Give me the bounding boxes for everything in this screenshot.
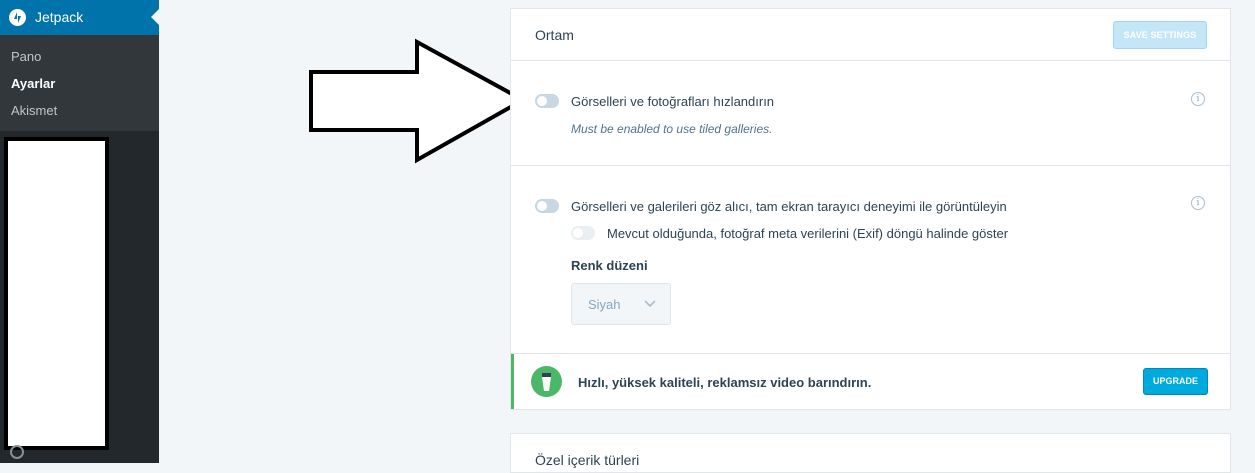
photon-toggle[interactable] bbox=[535, 94, 559, 108]
video-upsell-banner: Hızlı, yüksek kaliteli, reklamsız video … bbox=[511, 354, 1230, 409]
sidebar-item-ayarlar[interactable]: Ayarlar bbox=[11, 76, 55, 91]
color-scheme-label: Renk düzeni bbox=[571, 258, 648, 273]
sidebar-title: Jetpack bbox=[35, 9, 84, 25]
carousel-section: Görselleri ve galerileri göz alıcı, tam … bbox=[511, 166, 1230, 354]
photon-section: Görselleri ve fotoğrafları hızlandırın M… bbox=[511, 61, 1230, 166]
exif-label: Mevcut olduğunda, fotoğraf meta verileri… bbox=[607, 226, 1009, 241]
card-title: Özel içerik türleri bbox=[535, 452, 640, 468]
carousel-toggle[interactable] bbox=[535, 199, 559, 213]
sidebar-menu-jetpack[interactable]: Jetpack bbox=[0, 0, 159, 35]
current-menu-pointer bbox=[151, 9, 159, 25]
carousel-label: Görselleri ve galerileri göz alıcı, tam … bbox=[571, 199, 1007, 214]
card-header: Ortam SAVE SETTINGS bbox=[511, 9, 1230, 61]
collapse-menu-icon[interactable] bbox=[10, 445, 24, 459]
redacted-area bbox=[4, 137, 109, 450]
save-settings-button[interactable]: SAVE SETTINGS bbox=[1113, 21, 1207, 49]
chevron-down-icon bbox=[644, 300, 656, 308]
custom-content-types-card: Özel içerik türleri bbox=[510, 433, 1231, 473]
info-icon[interactable]: i bbox=[1191, 196, 1205, 210]
photon-hint: Must be enabled to use tiled galleries. bbox=[571, 122, 773, 136]
admin-sidebar: Jetpack Pano Ayarlar Akismet bbox=[0, 0, 159, 463]
jetpack-logo-icon bbox=[9, 9, 26, 26]
sidebar-item-akismet[interactable]: Akismet bbox=[11, 103, 57, 118]
video-icon bbox=[531, 366, 562, 397]
color-scheme-value: Siyah bbox=[588, 297, 621, 312]
card-title: Ortam bbox=[535, 27, 574, 43]
photon-label: Görselleri ve fotoğrafları hızlandırın bbox=[571, 94, 775, 109]
media-settings-card: Ortam SAVE SETTINGS Görselleri ve fotoğr… bbox=[510, 8, 1231, 410]
upgrade-button[interactable]: UPGRADE bbox=[1143, 368, 1208, 395]
exif-toggle[interactable] bbox=[571, 226, 595, 240]
info-icon[interactable]: i bbox=[1191, 92, 1205, 106]
annotation-arrow bbox=[309, 38, 528, 164]
color-scheme-select[interactable]: Siyah bbox=[571, 283, 671, 325]
sidebar-submenu: Pano Ayarlar Akismet bbox=[0, 35, 159, 131]
upsell-text: Hızlı, yüksek kaliteli, reklamsız video … bbox=[578, 375, 872, 390]
sidebar-item-pano[interactable]: Pano bbox=[11, 49, 41, 64]
